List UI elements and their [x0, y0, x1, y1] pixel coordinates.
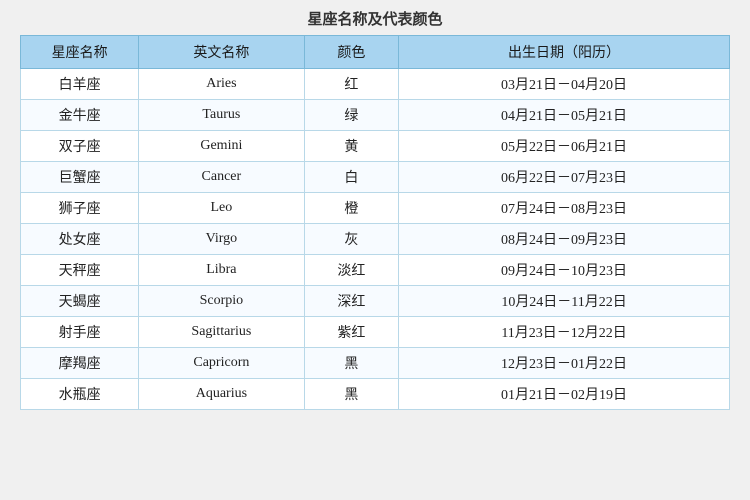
table-header-row: 星座名称 英文名称 颜色 出生日期（阳历） [21, 36, 730, 69]
page-title: 星座名称及代表颜色 [307, 8, 442, 29]
table-row: 天蝎座Scorpio深红10月24日－11月22日 [21, 286, 730, 317]
header-zh-name: 星座名称 [21, 36, 139, 69]
cell-en-name: Scorpio [139, 286, 304, 317]
cell-zh-name: 射手座 [21, 317, 139, 348]
cell-en-name: Taurus [139, 100, 304, 131]
header-date: 出生日期（阳历） [399, 36, 730, 69]
cell-color: 绿 [304, 100, 399, 131]
cell-zh-name: 巨蟹座 [21, 162, 139, 193]
cell-en-name: Sagittarius [139, 317, 304, 348]
cell-color: 紫红 [304, 317, 399, 348]
table-row: 双子座Gemini黄05月22日－06月21日 [21, 131, 730, 162]
cell-color: 灰 [304, 224, 399, 255]
cell-zh-name: 水瓶座 [21, 379, 139, 410]
cell-en-name: Gemini [139, 131, 304, 162]
cell-color: 黑 [304, 348, 399, 379]
table-row: 射手座Sagittarius紫红11月23日－12月22日 [21, 317, 730, 348]
cell-zh-name: 狮子座 [21, 193, 139, 224]
cell-color: 黑 [304, 379, 399, 410]
table-row: 摩羯座Capricorn黑12月23日－01月22日 [21, 348, 730, 379]
table-row: 巨蟹座Cancer白06月22日－07月23日 [21, 162, 730, 193]
cell-date: 03月21日－04月20日 [399, 69, 730, 100]
cell-date: 04月21日－05月21日 [399, 100, 730, 131]
cell-en-name: Virgo [139, 224, 304, 255]
cell-en-name: Aquarius [139, 379, 304, 410]
cell-color: 橙 [304, 193, 399, 224]
cell-date: 10月24日－11月22日 [399, 286, 730, 317]
zodiac-table: 星座名称 英文名称 颜色 出生日期（阳历） 白羊座Aries红03月21日－04… [20, 35, 730, 410]
cell-en-name: Libra [139, 255, 304, 286]
table-container: 星座名称 英文名称 颜色 出生日期（阳历） 白羊座Aries红03月21日－04… [20, 35, 730, 410]
cell-zh-name: 天秤座 [21, 255, 139, 286]
cell-zh-name: 白羊座 [21, 69, 139, 100]
cell-date: 06月22日－07月23日 [399, 162, 730, 193]
cell-zh-name: 处女座 [21, 224, 139, 255]
table-body: 白羊座Aries红03月21日－04月20日金牛座Taurus绿04月21日－0… [21, 69, 730, 410]
cell-color: 黄 [304, 131, 399, 162]
table-row: 白羊座Aries红03月21日－04月20日 [21, 69, 730, 100]
cell-color: 淡红 [304, 255, 399, 286]
cell-date: 11月23日－12月22日 [399, 317, 730, 348]
cell-date: 07月24日－08月23日 [399, 193, 730, 224]
cell-en-name: Aries [139, 69, 304, 100]
cell-color: 白 [304, 162, 399, 193]
table-row: 狮子座Leo橙07月24日－08月23日 [21, 193, 730, 224]
cell-zh-name: 双子座 [21, 131, 139, 162]
cell-zh-name: 摩羯座 [21, 348, 139, 379]
cell-date: 01月21日－02月19日 [399, 379, 730, 410]
cell-color: 红 [304, 69, 399, 100]
header-color: 颜色 [304, 36, 399, 69]
cell-date: 08月24日－09月23日 [399, 224, 730, 255]
header-en-name: 英文名称 [139, 36, 304, 69]
cell-en-name: Capricorn [139, 348, 304, 379]
table-row: 水瓶座Aquarius黑01月21日－02月19日 [21, 379, 730, 410]
table-row: 天秤座Libra淡红09月24日－10月23日 [21, 255, 730, 286]
table-row: 处女座Virgo灰08月24日－09月23日 [21, 224, 730, 255]
cell-date: 09月24日－10月23日 [399, 255, 730, 286]
cell-date: 05月22日－06月21日 [399, 131, 730, 162]
cell-zh-name: 天蝎座 [21, 286, 139, 317]
table-row: 金牛座Taurus绿04月21日－05月21日 [21, 100, 730, 131]
cell-color: 深红 [304, 286, 399, 317]
cell-zh-name: 金牛座 [21, 100, 139, 131]
cell-en-name: Leo [139, 193, 304, 224]
cell-en-name: Cancer [139, 162, 304, 193]
cell-date: 12月23日－01月22日 [399, 348, 730, 379]
